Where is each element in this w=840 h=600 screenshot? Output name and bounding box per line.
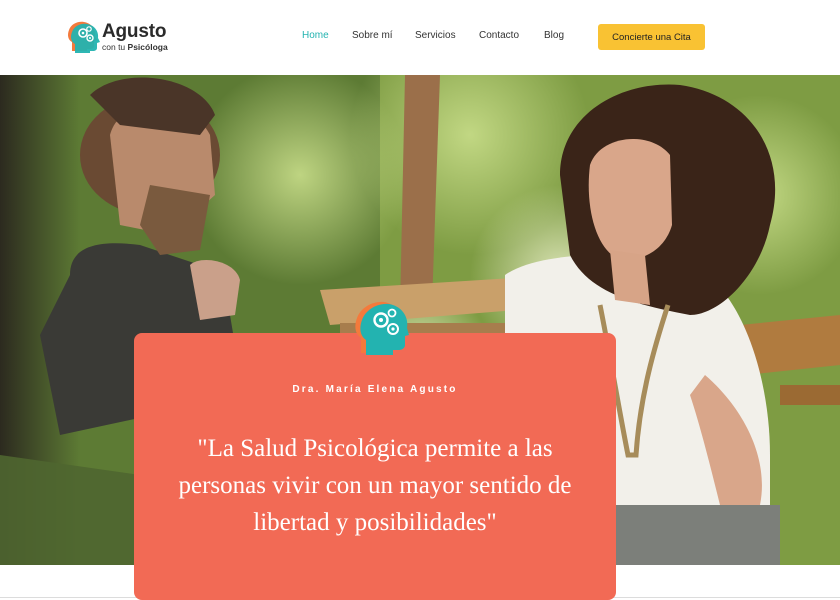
nav-item-home[interactable]: Home [302,30,329,41]
site-logo[interactable]: Agusto con tu Psicóloga [66,20,168,54]
nav-item-sobre-mi[interactable]: Sobre mí [352,30,393,41]
quote-text: "La Salud Psicológica permite a las pers… [178,435,572,536]
site-header: Agusto con tu Psicóloga Home Sobre mí Se… [0,0,840,75]
doctor-name: Dra. María Elena Agusto [292,384,458,395]
logo-subtitle: con tu Psicóloga [102,42,168,53]
nav-item-contacto[interactable]: Contacto [479,30,519,41]
logo-subtitle-prefix: con tu [102,41,126,52]
head-gears-icon [66,20,100,54]
book-appointment-button[interactable]: Concierte una Cita [598,24,705,50]
head-gears-icon [353,298,409,356]
nav-item-blog[interactable]: Blog [544,30,564,41]
nav-item-servicios[interactable]: Servicios [415,30,456,41]
logo-subtitle-strong: Psicóloga [127,41,168,52]
logo-title: Agusto [102,20,167,42]
quote-card: Dra. María Elena Agusto "La Salud Psicol… [134,333,616,600]
logo-text: Agusto con tu Psicóloga [102,22,168,53]
